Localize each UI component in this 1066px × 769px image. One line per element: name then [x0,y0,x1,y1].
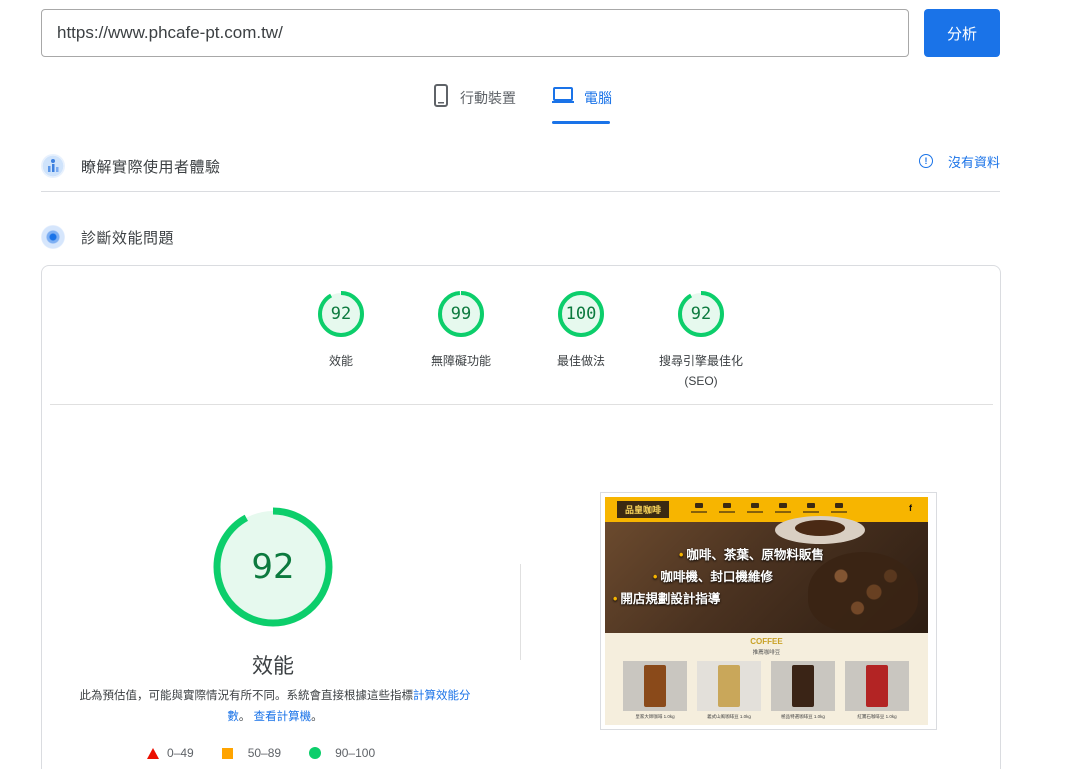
score-label: 搜尋引擎最佳化 (SEO) [658,354,743,388]
field-data-section[interactable]: 瞭解實際使用者體驗 ! 沒有資料 [41,141,1000,192]
preview-logo: 品皇咖啡 [617,501,669,518]
no-data-link[interactable]: ! 沒有資料 [918,141,1000,181]
divider-vertical [520,564,521,660]
coffee-beans-image [808,552,918,632]
score-value: 92 [690,304,712,324]
triangle-icon [147,747,159,759]
preview-product: 極品特選咖啡豆 1.0kg [771,661,835,720]
analyze-button[interactable]: 分析 [924,9,1000,57]
tab-desktop[interactable]: 電腦 [552,84,612,124]
no-data-label: 沒有資料 [947,154,1000,170]
score-gauge-accessibility[interactable]: 99 無障礙功能 [406,290,516,371]
score-gauge-performance[interactable]: 92 效能 [286,290,396,371]
score-value: 100 [565,304,597,324]
tab-mobile[interactable]: 行動裝置 [432,84,516,124]
hero-line: • 咖啡、茶葉、原物料販售 [679,548,824,562]
performance-gauge-large: 92 [212,506,334,628]
performance-score-large: 92 [251,547,295,587]
hero-line: • 咖啡機、封口機維修 [653,570,773,584]
circle-icon [309,747,322,759]
tab-mobile-label: 行動裝置 [460,90,516,106]
score-legend: 0–49 50–89 90–100 [147,746,403,760]
score-label: 效能 [328,354,353,368]
preview-navbar: 品皇咖啡 f [605,497,928,522]
final-screenshot[interactable]: 品皇咖啡 f • 咖啡、茶葉、原物料販售 • 咖啡機、封口機維修 • 開店規劃設計指導 [600,492,937,730]
preview-product: 紅寶石咖啡豆 1.0kg [845,661,909,720]
preview-section-sub: 推薦咖啡豆 [752,650,781,656]
lab-icon [41,225,65,249]
score-label: 無障礙功能 [430,354,491,368]
score-value: 92 [330,304,352,324]
users-icon [41,154,65,178]
laptop-icon [552,84,574,109]
preview-product: 義式山風咖啡豆 1.0kg [697,661,761,720]
preview-products-band: COFFEE 推薦咖啡豆 皇家大師咖啡 1.0kg 義式山風咖啡豆 1.0kg … [605,633,928,725]
preview-hero: • 咖啡、茶葉、原物料販售 • 咖啡機、封口機維修 • 開店規劃設計指導 [605,516,928,633]
device-tabs: 行動裝置 電腦 [0,84,1066,124]
performance-title: 效能 [252,655,294,678]
score-gauges: 92 效能 99 無障礙功能 100 最佳做法 92 搜尋引擎最佳化 (SEO) [42,266,1002,406]
legend-pass: 90–100 [309,746,375,760]
divider [50,404,993,405]
square-icon [221,747,233,759]
score-value: 99 [450,304,472,324]
legend-fail: 0–49 [147,746,194,760]
preview-product: 皇家大師咖啡 1.0kg [623,661,687,720]
legend-average: 50–89 [221,746,281,760]
lab-data-section[interactable]: 診斷效能問題 [41,217,1000,257]
field-data-title: 瞭解實際使用者體驗 [81,158,221,176]
score-gauge-seo[interactable]: 92 搜尋引擎最佳化 (SEO) [646,290,756,391]
tab-desktop-label: 電腦 [584,90,612,106]
info-icon: ! [918,154,933,168]
report-card: 92 效能 99 無障礙功能 100 最佳做法 92 搜尋引擎最佳化 (SEO) … [41,265,1001,769]
url-input[interactable]: https://www.phcafe-pt.com.tw/ [41,9,909,57]
facebook-icon: f [909,503,912,513]
preview-section-title: COFFEE [750,637,783,646]
calculator-link[interactable]: 查看計算機 [254,711,312,723]
hero-line: • 開店規劃設計指導 [613,592,721,606]
smartphone-icon [432,84,450,111]
lab-data-title: 診斷效能問題 [81,229,175,247]
tab-selected-indicator [552,121,610,124]
score-label: 最佳做法 [556,354,605,368]
score-gauge-best-practices[interactable]: 100 最佳做法 [526,290,636,371]
score-description: 此為預估值，可能與實際情況有所不同。系統會直接根據這些指標計算效能分數。 查看計… [79,690,471,723]
